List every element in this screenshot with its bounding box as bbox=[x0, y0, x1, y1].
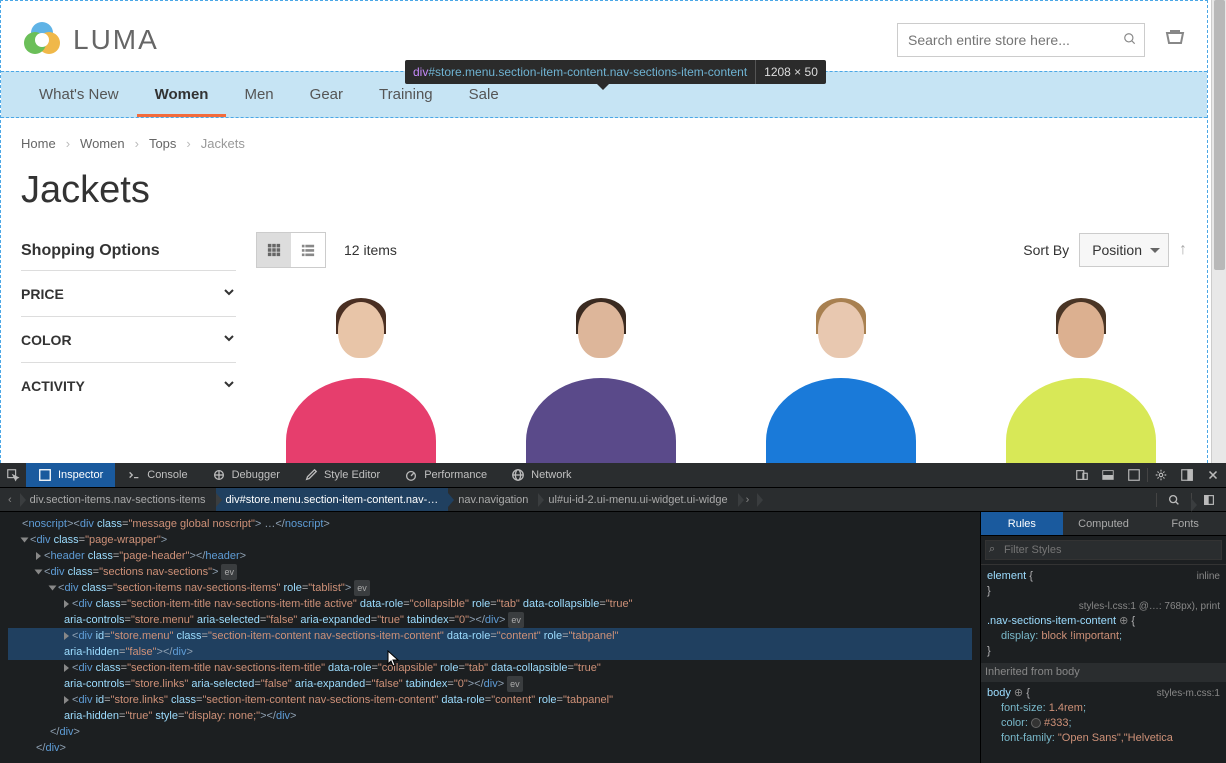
rules-body[interactable]: element {inline } styles-l.css:1 @…: 768… bbox=[981, 565, 1226, 750]
nav-item[interactable]: What's New bbox=[21, 72, 137, 117]
bc-item[interactable]: div.section-items.nav-sections-items bbox=[20, 488, 216, 511]
filter-label: ACTIVITY bbox=[21, 378, 85, 394]
product-grid bbox=[256, 288, 1187, 463]
sort-by-label: Sort By bbox=[1023, 242, 1069, 258]
chevron-down-icon bbox=[222, 285, 236, 302]
filter-styles-input[interactable] bbox=[985, 540, 1222, 560]
bc-item[interactable]: nav.navigation bbox=[448, 488, 538, 511]
dom-tree[interactable]: <noscript><div class="message global nos… bbox=[0, 512, 980, 763]
item-count: 12 items bbox=[344, 242, 397, 258]
sort-select[interactable]: Position bbox=[1079, 233, 1169, 267]
breadcrumb-item[interactable]: Home bbox=[21, 136, 56, 151]
rules-tab[interactable]: Rules bbox=[981, 512, 1063, 535]
frame-icon[interactable] bbox=[1121, 468, 1147, 482]
search-icon[interactable] bbox=[1123, 30, 1137, 46]
nav-item[interactable]: Women bbox=[137, 72, 227, 117]
computed-tab[interactable]: Computed bbox=[1063, 512, 1145, 535]
tab-network[interactable]: Network bbox=[499, 463, 583, 487]
inspector-tooltip: div#store.menu.section-item-content.nav-… bbox=[405, 60, 826, 84]
chevron-down-icon bbox=[222, 377, 236, 394]
product-item[interactable] bbox=[976, 288, 1186, 463]
breadcrumb-item[interactable]: Tops bbox=[149, 136, 176, 151]
tab-performance[interactable]: Performance bbox=[392, 463, 499, 487]
devtools-breadcrumb: ‹ div.section-items.nav-sections-items d… bbox=[0, 488, 1226, 512]
tab-inspector[interactable]: Inspector bbox=[26, 463, 115, 487]
tab-style-editor[interactable]: Style Editor bbox=[292, 463, 392, 487]
logo[interactable]: LUMA bbox=[21, 19, 159, 61]
bc-item[interactable]: ul#ui-id-2.ui-menu.ui-widget.ui-widge bbox=[538, 488, 737, 511]
chevron-right-icon: › bbox=[135, 136, 139, 151]
bc-prev-icon[interactable]: ‹ bbox=[0, 488, 20, 511]
tab-console[interactable]: Console bbox=[115, 463, 199, 487]
pick-element-icon[interactable] bbox=[0, 468, 26, 482]
dock-icon[interactable] bbox=[1174, 468, 1200, 482]
nav-item[interactable]: Men bbox=[226, 72, 291, 117]
product-item[interactable] bbox=[256, 288, 466, 463]
breadcrumb-item[interactable]: Women bbox=[80, 136, 125, 151]
logo-text: LUMA bbox=[73, 24, 159, 56]
tab-debugger[interactable]: Debugger bbox=[200, 463, 292, 487]
responsive-icon[interactable] bbox=[1069, 468, 1095, 482]
sort-direction-icon[interactable]: ↑ bbox=[1179, 241, 1187, 259]
breadcrumb-item: Jackets bbox=[201, 136, 245, 151]
search-box[interactable] bbox=[897, 23, 1145, 57]
filter-color[interactable]: COLOR bbox=[21, 316, 236, 362]
search-input[interactable] bbox=[897, 23, 1145, 57]
grid-view-icon[interactable] bbox=[257, 233, 291, 267]
split-icon[interactable] bbox=[1095, 468, 1121, 482]
shopping-options-title: Shopping Options bbox=[21, 232, 236, 270]
page-title: Jackets bbox=[1, 161, 1207, 232]
chevron-right-icon: › bbox=[66, 136, 70, 151]
chevron-right-icon: › bbox=[186, 136, 190, 151]
bc-item[interactable]: div#store.menu.section-item-content.nav-… bbox=[216, 488, 449, 511]
devtools: Inspector Console Debugger Style Editor … bbox=[0, 463, 1226, 763]
fonts-tab[interactable]: Fonts bbox=[1144, 512, 1226, 535]
filter-styles[interactable]: ⌕ bbox=[981, 536, 1226, 565]
nav-item[interactable]: Gear bbox=[292, 72, 361, 117]
breadcrumb: Home › Women › Tops › Jackets bbox=[1, 118, 1207, 161]
view-switcher bbox=[256, 232, 326, 268]
chevron-down-icon bbox=[222, 331, 236, 348]
filter-label: COLOR bbox=[21, 332, 72, 348]
product-item[interactable] bbox=[496, 288, 706, 463]
logo-icon bbox=[21, 19, 63, 61]
settings-icon[interactable] bbox=[1147, 468, 1174, 482]
filter-label: PRICE bbox=[21, 286, 64, 302]
cart-icon[interactable] bbox=[1163, 27, 1187, 54]
search-dom-icon[interactable] bbox=[1156, 493, 1191, 507]
devtools-tabs: Inspector Console Debugger Style Editor … bbox=[0, 463, 1226, 488]
styles-panel: Rules Computed Fonts ⌕ element {inline }… bbox=[980, 512, 1226, 763]
filter-activity[interactable]: ACTIVITY bbox=[21, 362, 236, 408]
page-scrollbar[interactable] bbox=[1211, 0, 1226, 463]
filter-price[interactable]: PRICE bbox=[21, 270, 236, 316]
close-devtools-icon[interactable] bbox=[1200, 468, 1226, 482]
list-view-icon[interactable] bbox=[291, 233, 325, 267]
product-item[interactable] bbox=[736, 288, 946, 463]
